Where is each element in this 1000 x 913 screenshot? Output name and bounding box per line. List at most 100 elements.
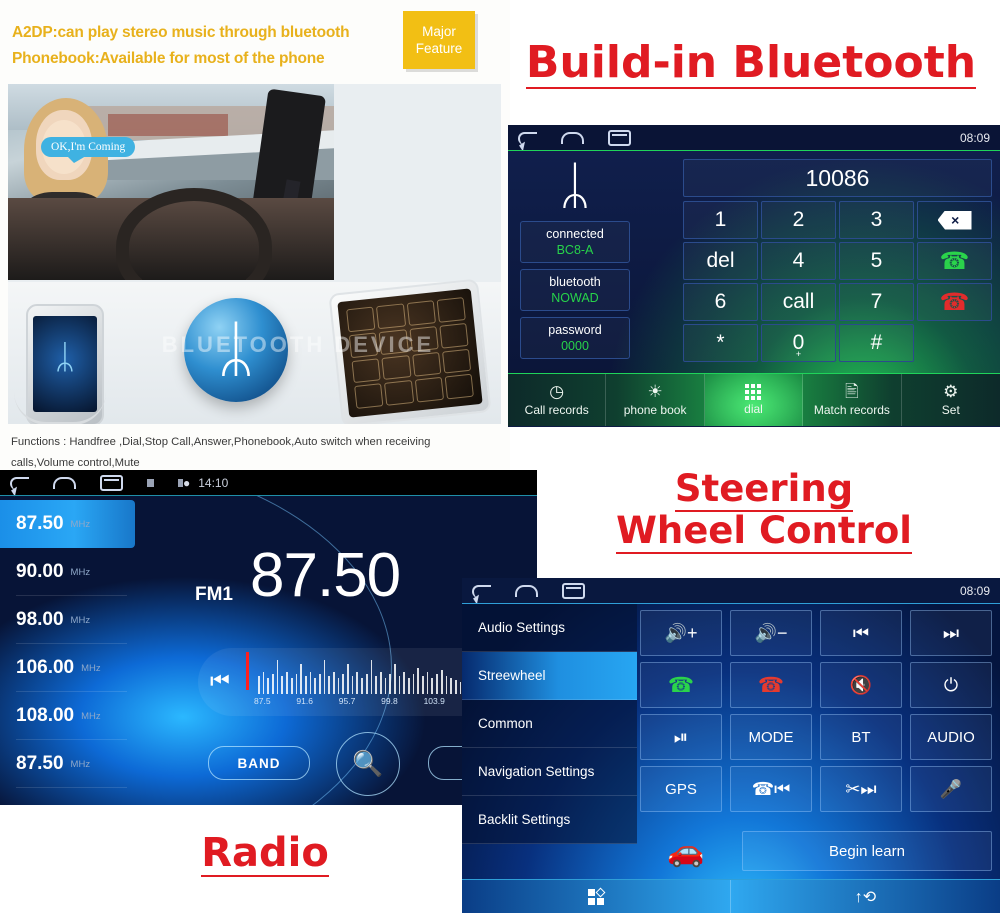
call-button[interactable]: ☎	[917, 242, 992, 280]
begin-learn-button[interactable]: Begin learn	[742, 831, 992, 871]
key-0[interactable]: 0 +	[761, 324, 836, 362]
station-preset-6[interactable]: 87.50 MHz	[0, 740, 135, 788]
tuner-cursor	[246, 652, 249, 690]
tab-phone-book[interactable]: ☀ phone book	[606, 374, 705, 426]
tab-call-records[interactable]: ◷ Call records	[508, 374, 607, 426]
previous-track-button[interactable]: ⏮	[820, 610, 902, 656]
reset-button[interactable]: ↑⟲	[731, 880, 1000, 913]
home-icon[interactable]	[561, 132, 584, 144]
bluetooth-glyph-small: ᛦ	[54, 338, 76, 377]
connected-device-box: connected BC8-A	[520, 221, 630, 263]
audio-button[interactable]: AUDIO	[910, 714, 992, 760]
gear-icon: ⚙	[943, 382, 959, 401]
microphone-button[interactable]: 🎤	[910, 766, 992, 812]
end-call-button[interactable]: ☎	[730, 662, 812, 708]
volume-down-button[interactable]: 🔊−	[730, 610, 812, 656]
photo-collage: OK,I'm Coming ᛦ ᛦ BLUETOOTH DEVICE	[8, 84, 501, 424]
tab-set[interactable]: ⚙ Set	[902, 374, 1000, 426]
call-previous-button[interactable]: ☎⏮	[730, 766, 812, 812]
back-icon[interactable]	[10, 476, 29, 490]
backspace-button[interactable]	[917, 201, 992, 239]
back-icon[interactable]	[472, 584, 491, 598]
recents-icon[interactable]	[562, 583, 585, 599]
key-6[interactable]: 5	[839, 242, 914, 280]
password-value: 0000	[561, 339, 589, 353]
steering-wheel-control-screen: 08:09 Audio Settings Streewheel Common N…	[462, 578, 1000, 913]
heading-build-in-bluetooth-text: Build-in Bluetooth	[525, 37, 977, 90]
play-pause-button[interactable]: ⏯	[640, 714, 722, 760]
menu-audio-settings[interactable]: Audio Settings	[462, 604, 637, 652]
tune-down-icon[interactable]: ⏮	[210, 668, 230, 694]
badge-line-1: Major	[422, 24, 456, 39]
menu-backlit-settings[interactable]: Backlit Settings	[462, 796, 637, 844]
feature-line-2: Phonebook:Available for most of the phon…	[12, 50, 325, 67]
status-clock: 08:09	[959, 131, 990, 145]
bluetooth-devices-photo: ᛦ ᛦ	[8, 278, 501, 424]
tab-match-records[interactable]: 🖹 Match records	[803, 374, 902, 426]
search-icon: 🔍	[352, 749, 384, 778]
station-freq: 108.00	[16, 705, 75, 726]
station-preset-1[interactable]: 87.50 MHz	[0, 500, 135, 548]
key-3[interactable]: 3	[839, 201, 914, 239]
dial-keypad: 10086 1 2 3 del 4 5 ☎ 6 call 7 ☎ * 0+ #	[683, 159, 992, 362]
hangup-button[interactable]: ☎	[917, 283, 992, 321]
bt-button[interactable]: BT	[820, 714, 902, 760]
dialed-number-display[interactable]: 10086	[683, 159, 992, 197]
station-freq: 87.50	[16, 513, 64, 534]
tab-call-records-label: Call records	[524, 403, 589, 417]
radio-status-clock: 14:10	[198, 476, 229, 490]
home-icon[interactable]	[515, 585, 538, 597]
key-4[interactable]: del	[683, 242, 758, 280]
key-1[interactable]: 1	[683, 201, 758, 239]
location-pin-icon: ●	[183, 476, 191, 490]
key-7[interactable]: 6	[683, 283, 758, 321]
station-freq: 87.50	[16, 753, 64, 774]
swc-bottom-bar: ↑⟲	[462, 879, 1000, 913]
key-spacer	[917, 324, 992, 360]
bluetooth-name-box: bluetooth NOWAD	[520, 269, 630, 311]
gps-button[interactable]: GPS	[640, 766, 722, 812]
back-icon[interactable]	[518, 131, 537, 145]
mute-button[interactable]: 🔇	[820, 662, 902, 708]
answer-call-button[interactable]: ☎	[640, 662, 722, 708]
next-track-button[interactable]: ⏭	[910, 610, 992, 656]
heading-build-in-bluetooth: Build-in Bluetooth	[516, 37, 986, 90]
key-8[interactable]: call	[761, 283, 836, 321]
station-unit: MHz	[70, 518, 91, 530]
volume-up-button[interactable]: 🔊+	[640, 610, 722, 656]
bluetooth-tabbar: ◷ Call records ☀ phone book dial 🖹 Match…	[508, 373, 1000, 426]
band-button[interactable]: BAND	[208, 746, 310, 780]
menu-common[interactable]: Common	[462, 700, 637, 748]
key-5[interactable]: 4	[761, 242, 836, 280]
mode-button[interactable]: MODE	[730, 714, 812, 760]
station-preset-2[interactable]: 90.00 MHz	[0, 548, 135, 596]
key-2[interactable]: 2	[761, 201, 836, 239]
recents-icon[interactable]	[100, 475, 123, 491]
menu-streewheel[interactable]: Streewheel	[462, 652, 637, 700]
key-hash[interactable]: #	[839, 324, 914, 362]
power-button[interactable]: ⏻	[910, 662, 992, 708]
home-icon[interactable]	[53, 477, 76, 489]
station-unit: MHz	[81, 662, 101, 674]
clock-icon: ◷	[549, 382, 565, 401]
search-button[interactable]: 🔍	[336, 732, 400, 796]
learn-row: 🚗 Begin learn	[640, 831, 992, 871]
station-preset-4[interactable]: 106.00 MHz	[0, 644, 135, 692]
tab-phone-book-label: phone book	[623, 403, 687, 417]
menu-navigation-settings[interactable]: Navigation Settings	[462, 748, 637, 796]
large-phone-graphic	[328, 278, 492, 424]
key-star[interactable]: *	[683, 324, 758, 362]
apps-button[interactable]	[462, 880, 731, 913]
tab-dial[interactable]: dial	[704, 374, 804, 426]
reset-icon: ↑⟲	[854, 889, 877, 906]
station-preset-5[interactable]: 108.00 MHz	[0, 692, 135, 740]
station-freq: 106.00	[16, 657, 75, 678]
station-preset-3[interactable]: 98.00 MHz	[0, 596, 135, 644]
key-9[interactable]: 7	[839, 283, 914, 321]
document-icon: 🖹	[845, 382, 859, 401]
hangup-next-button[interactable]: ✂⏭	[820, 766, 902, 812]
bluetooth-icon: ᛦ	[559, 157, 591, 215]
recents-icon[interactable]	[608, 130, 631, 146]
station-unit: MHz	[70, 614, 91, 626]
heading-steering-wheel-control: Steering Wheel Control	[580, 469, 948, 554]
